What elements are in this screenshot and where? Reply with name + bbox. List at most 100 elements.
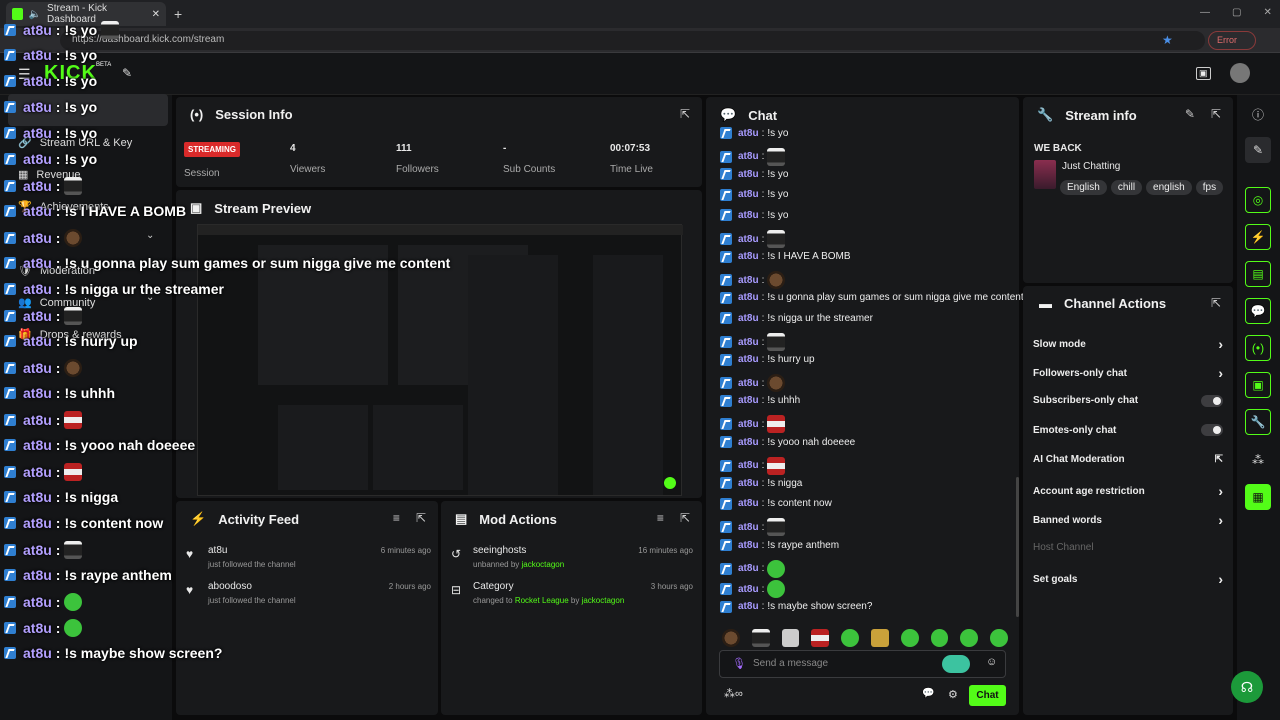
mod-icon[interactable]: ▣: [1245, 372, 1271, 398]
kick-badge-icon: [4, 362, 16, 374]
kick-badge-icon: [4, 101, 16, 113]
kick-badge-icon: [720, 127, 732, 139]
kick-badge-icon: [4, 439, 16, 451]
wrench-icon[interactable]: 🔧: [1245, 409, 1271, 435]
channel-action-row[interactable]: Set goals ›: [1033, 571, 1223, 587]
overlay-message: at8u : !s nigga ur the streamer: [4, 281, 224, 297]
window-controls[interactable]: — ▢ ✕: [1200, 7, 1272, 18]
cookie-emote-icon: [64, 229, 83, 247]
popout-icon[interactable]: ⇱: [1211, 107, 1221, 121]
green-emote-icon: [64, 593, 83, 611]
man-emote-icon: [767, 230, 786, 248]
kick-badge-icon: [720, 418, 732, 431]
overlay-message: at8u : !s yo: [4, 73, 97, 89]
chat-input[interactable]: 🎙 Send a message ☺: [719, 650, 1006, 678]
channel-actions-panel: ▬ Channel Actions ⇱ Slow mode › Followers-o…: [1023, 286, 1233, 715]
panel-title: Chat: [748, 107, 778, 123]
kick-badge-icon: [720, 394, 732, 407]
green-emote-icon: [767, 580, 786, 599]
overlay-message: at8u :: [4, 593, 83, 611]
green-emote-icon: [64, 619, 83, 637]
overlay-message: at8u : !s yo: [4, 125, 97, 141]
kick-badge-icon: [720, 188, 732, 201]
channel-action-row[interactable]: Emotes-only chat: [1033, 424, 1223, 437]
overlay-message: at8u : !s yo: [4, 99, 97, 115]
support-button[interactable]: ☊: [1231, 671, 1263, 703]
kick-badge-icon: [720, 600, 732, 613]
chat-message: at8u: !s hurry up: [720, 353, 815, 366]
kick-badge-icon: [720, 233, 732, 245]
kick-badge-icon: [720, 336, 732, 348]
channel-action-row[interactable]: Banned words ›: [1033, 512, 1223, 528]
document-icon[interactable]: ▤: [1245, 261, 1271, 287]
kick-badge-icon: [720, 291, 732, 304]
stats-icon[interactable]: ▦: [1245, 484, 1271, 510]
channel-action-row[interactable]: Account age restriction ›: [1033, 483, 1223, 499]
avatar[interactable]: [1230, 63, 1250, 83]
kick-badge-icon: [720, 436, 732, 448]
info-icon[interactable]: ⓘ: [1245, 101, 1271, 127]
emote-icon: [751, 629, 770, 647]
panel-title: Channel Actions: [1064, 296, 1167, 311]
man-emote-icon: [64, 541, 83, 559]
smiley-icon: ☺: [986, 656, 998, 668]
channel-action-row[interactable]: Followers-only chat ›: [1033, 365, 1223, 381]
chat-message: at8u:: [720, 271, 786, 290]
filter-icon[interactable]: ≡: [657, 511, 664, 525]
popout-icon[interactable]: ⇱: [680, 511, 690, 525]
profile-error-pill[interactable]: Error: [1208, 31, 1256, 50]
chat-message: at8u: !s u gonna play sum games or sum ni…: [720, 291, 1024, 304]
live-icon[interactable]: ▣: [1196, 67, 1211, 80]
chat-message: at8u: !s I HAVE A BOMB: [720, 250, 851, 263]
chat-message: at8u: !s raype anthem: [720, 539, 839, 551]
overlay-message: at8u :: [4, 359, 83, 377]
bolt-icon[interactable]: ⚡: [1245, 224, 1271, 250]
toggle-switch[interactable]: [1201, 424, 1223, 437]
send-chat-button[interactable]: Chat: [969, 685, 1006, 706]
edit-icon[interactable]: ✎: [1185, 107, 1195, 121]
chat-message: at8u: !s nigga: [720, 477, 802, 490]
kick-badge-icon: [4, 569, 16, 581]
chat-message: at8u:: [720, 415, 786, 434]
channel-action-row[interactable]: Slow mode ›: [1033, 336, 1223, 352]
chevron-right-icon: ›: [1218, 512, 1223, 529]
overlay-message: at8u :: [4, 541, 83, 559]
emote-bar[interactable]: [722, 629, 1008, 647]
time-live-value: 00:07:53: [610, 143, 651, 154]
users-icon[interactable]: ⁂: [1245, 447, 1271, 473]
popout-icon[interactable]: ⇱: [680, 107, 690, 121]
overlay-message: at8u : !s raype anthem: [4, 567, 172, 583]
kick-badge-icon: [4, 49, 16, 61]
emote-icon: [870, 629, 889, 647]
chevron-right-icon: ›: [1218, 336, 1223, 352]
stream-info-panel: 🔧 Stream info ✎ ⇱ WE BACK Just Chatting En…: [1023, 97, 1233, 283]
popout-icon[interactable]: ⇱: [1211, 296, 1221, 310]
kick-badge-icon: [4, 232, 16, 244]
chat-bubble-small-icon[interactable]: 💬: [922, 688, 934, 699]
settings-gear-icon[interactable]: ⚙: [948, 688, 958, 701]
mod-actions-panel: ▤ Mod Actions ≡ ⇱ ↺ seeinghosts unbanned b…: [441, 501, 702, 715]
channel-icon: ▬: [1039, 296, 1052, 311]
broadcast-icon[interactable]: (•): [1245, 335, 1271, 361]
overlay-message: at8u :: [4, 229, 83, 247]
kick-badge-icon: [4, 283, 16, 295]
channel-action-row[interactable]: Subscribers-only chat: [1033, 394, 1223, 407]
overlay-message: at8u : !s maybe show screen?: [4, 645, 222, 661]
chat-message: at8u: !s yooo nah doeeee: [720, 436, 855, 448]
mod-action-item: ⊟ Category changed to Rocket League by j…: [451, 581, 693, 605]
chat-settings-left-icon[interactable]: ⁂∞: [724, 687, 743, 700]
toggle-switch[interactable]: [1201, 394, 1223, 407]
minimize-icon: —: [1200, 7, 1210, 18]
chat-scrollbar[interactable]: [1016, 477, 1019, 617]
overlay-message: at8u : !s yo: [4, 151, 97, 167]
channel-action-row[interactable]: AI Chat Moderation ⇱: [1033, 454, 1223, 465]
kick-badge-icon: [4, 180, 16, 192]
favorites-star-icon[interactable]: ★: [1162, 33, 1173, 47]
kick-badge-icon: [4, 205, 16, 217]
edit-icon[interactable]: ✎: [1245, 137, 1271, 163]
wrench-icon: 🔧: [1037, 107, 1054, 122]
cookie-emote-icon: [767, 271, 786, 290]
chat-icon[interactable]: 💬: [1245, 298, 1271, 324]
chat-message: at8u: !s uhhh: [720, 394, 800, 407]
screen-icon[interactable]: ◎: [1245, 187, 1271, 213]
